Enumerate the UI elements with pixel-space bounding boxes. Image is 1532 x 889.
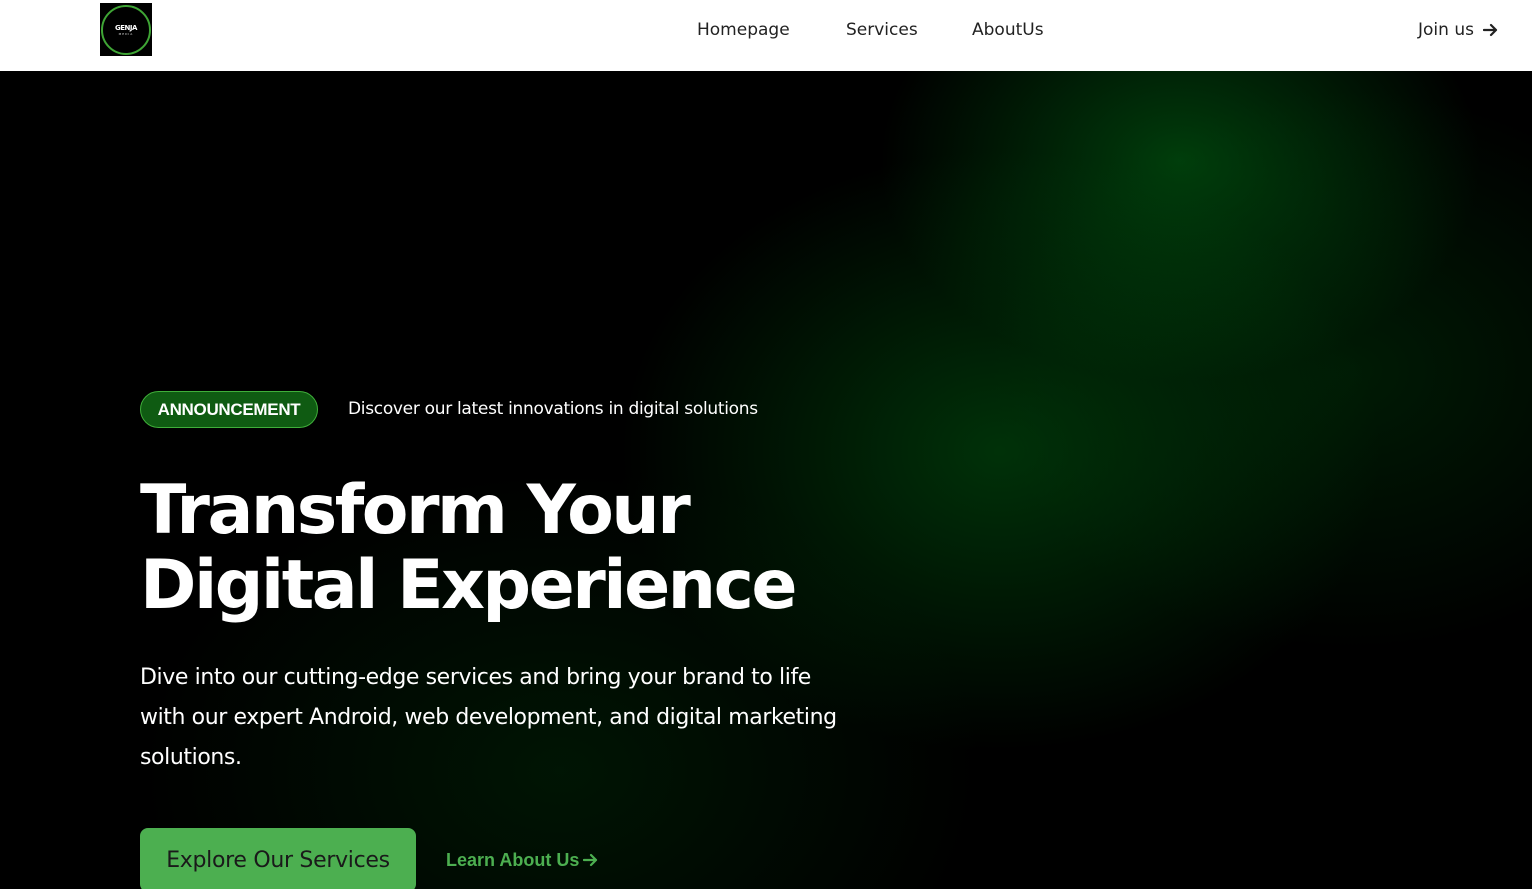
explore-services-button[interactable]: Explore Our Services xyxy=(140,828,416,889)
hero-description: Dive into our cutting-edge services and … xyxy=(140,665,837,770)
brand-logo[interactable]: GENJA MEDIA xyxy=(100,3,152,56)
nav-link-homepage[interactable]: Homepage xyxy=(697,18,790,42)
announcement-badge: ANNOUNCEMENT xyxy=(140,391,318,428)
navbar: GENJA MEDIA Homepage Services AboutUs Jo… xyxy=(0,0,1532,71)
headline-line-1: Transform Your xyxy=(140,471,691,550)
learn-about-us-link[interactable]: Learn About Us xyxy=(446,848,599,872)
logo-emblem: GENJA MEDIA xyxy=(101,4,151,55)
logo-text: GENJA xyxy=(115,23,137,32)
logo-subtext: MEDIA xyxy=(118,31,134,36)
learn-about-us-label: Learn About Us xyxy=(446,850,580,870)
join-us-label: Join us xyxy=(1418,20,1474,40)
hero-section: ANNOUNCEMENT Discover our latest innovat… xyxy=(0,71,1532,889)
arrow-right-icon xyxy=(1482,23,1498,37)
arrow-right-icon xyxy=(583,853,598,867)
join-us-link[interactable]: Join us xyxy=(1418,18,1498,42)
headline-line-2: Digital Experience xyxy=(140,546,798,625)
hero-headline: Transform Your Digital Experience xyxy=(140,473,900,623)
nav-link-aboutus[interactable]: AboutUs xyxy=(972,18,1044,42)
nav-link-services[interactable]: Services xyxy=(846,18,918,42)
announcement-text: Discover our latest innovations in digit… xyxy=(348,399,758,419)
